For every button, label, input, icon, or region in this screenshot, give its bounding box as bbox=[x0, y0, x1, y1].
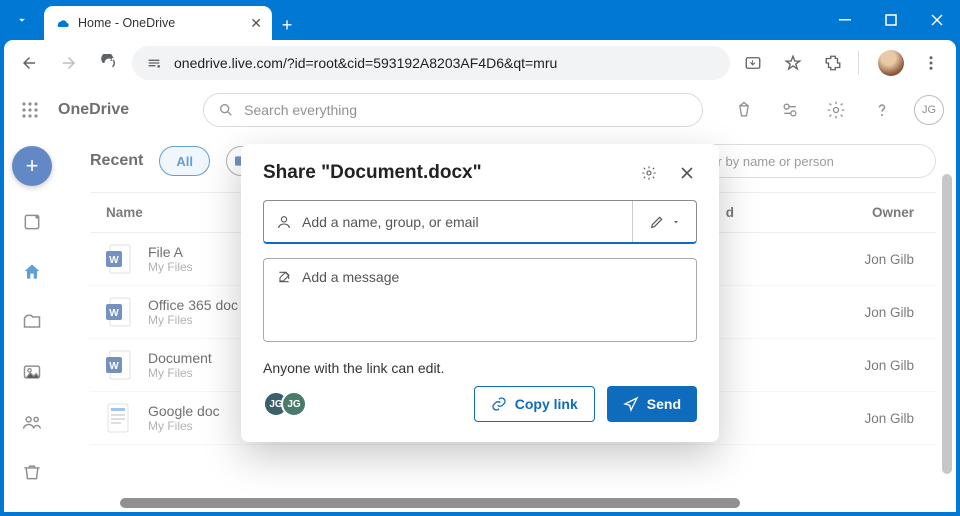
file-owner: Jon Gilb bbox=[754, 358, 932, 373]
browser-tab[interactable]: Home - OneDrive ✕ bbox=[44, 6, 272, 40]
toolbar-divider bbox=[858, 51, 866, 75]
new-tab-button[interactable]: + bbox=[272, 10, 302, 40]
col-owner[interactable]: Owner bbox=[754, 205, 932, 220]
gear-icon[interactable] bbox=[822, 96, 850, 124]
forward-button[interactable] bbox=[52, 46, 86, 80]
rail-photos-icon[interactable] bbox=[18, 358, 46, 386]
rail-browse-icon[interactable] bbox=[18, 208, 46, 236]
generic-doc-icon bbox=[102, 400, 134, 436]
reload-button[interactable] bbox=[92, 46, 126, 80]
shared-with-avatars[interactable]: JG JG bbox=[263, 391, 307, 417]
rail-recycle-icon[interactable] bbox=[18, 458, 46, 486]
avatar-badge: JG bbox=[281, 391, 307, 417]
url-text: onedrive.live.com/?id=root&cid=593192A82… bbox=[174, 55, 557, 71]
left-rail: + bbox=[4, 134, 60, 512]
compose-icon bbox=[276, 269, 292, 285]
svg-text:W: W bbox=[109, 255, 119, 266]
window-controls bbox=[822, 0, 960, 40]
svg-text:W: W bbox=[109, 308, 119, 319]
address-bar[interactable]: onedrive.live.com/?id=root&cid=593192A82… bbox=[132, 46, 730, 80]
add-new-button[interactable]: + bbox=[12, 146, 52, 186]
permission-dropdown[interactable] bbox=[632, 201, 696, 242]
rail-home-icon[interactable] bbox=[18, 258, 46, 286]
chevron-down-icon bbox=[671, 217, 681, 227]
file-owner: Jon Gilb bbox=[754, 252, 932, 267]
rail-files-icon[interactable] bbox=[18, 308, 46, 336]
search-icon bbox=[218, 102, 234, 118]
close-tab-icon[interactable]: ✕ bbox=[250, 15, 262, 32]
account-button[interactable]: JG bbox=[914, 95, 944, 125]
back-button[interactable] bbox=[12, 46, 46, 80]
onedrive-header: OneDrive Search everything JG bbox=[4, 86, 956, 134]
extensions-icon[interactable] bbox=[816, 46, 850, 80]
search-placeholder: Search everything bbox=[244, 102, 357, 118]
word-doc-icon: W bbox=[102, 347, 134, 383]
maximize-button[interactable] bbox=[868, 0, 914, 40]
svg-text:W: W bbox=[109, 361, 119, 372]
recipient-field-row: Add a name, group, or email bbox=[263, 200, 697, 244]
send-label: Send bbox=[647, 396, 681, 412]
word-doc-icon: W bbox=[102, 294, 134, 330]
file-owner: Jon Gilb bbox=[754, 411, 932, 426]
bookmark-icon[interactable] bbox=[776, 46, 810, 80]
minimize-button[interactable] bbox=[822, 0, 868, 40]
user-initials: JG bbox=[922, 104, 936, 116]
app-launcher-button[interactable] bbox=[16, 96, 44, 124]
file-owner: Jon Gilb bbox=[754, 305, 932, 320]
person-icon bbox=[276, 214, 292, 230]
dialog-settings-icon[interactable] bbox=[639, 163, 659, 183]
copy-link-label: Copy link bbox=[515, 396, 578, 412]
pencil-icon bbox=[649, 214, 665, 230]
menu-button[interactable] bbox=[914, 46, 948, 80]
horizontal-scrollbar[interactable] bbox=[120, 498, 740, 508]
rail-shared-icon[interactable] bbox=[18, 408, 46, 436]
profile-button[interactable] bbox=[874, 46, 908, 80]
install-app-icon[interactable] bbox=[736, 46, 770, 80]
tab-dropdown-button[interactable] bbox=[0, 0, 44, 40]
share-dialog: Share "Document.docx" Add a name, group,… bbox=[241, 144, 719, 442]
word-doc-icon: W bbox=[102, 241, 134, 277]
avatar-icon bbox=[878, 50, 904, 76]
recipient-placeholder: Add a name, group, or email bbox=[302, 214, 479, 230]
dialog-title: Share "Document.docx" bbox=[263, 162, 482, 184]
message-input[interactable]: Add a message bbox=[263, 258, 697, 342]
settings-toggle-icon[interactable] bbox=[776, 96, 804, 124]
search-input[interactable]: Search everything bbox=[203, 93, 703, 127]
onedrive-favicon-icon bbox=[54, 15, 70, 31]
recent-heading: Recent bbox=[90, 152, 143, 170]
link-icon bbox=[491, 396, 507, 412]
copy-link-button[interactable]: Copy link bbox=[474, 386, 595, 422]
browser-titlebar: Home - OneDrive ✕ + bbox=[0, 0, 960, 40]
brand-title: OneDrive bbox=[58, 101, 129, 119]
recipient-input[interactable]: Add a name, group, or email bbox=[264, 201, 632, 242]
send-button[interactable]: Send bbox=[607, 386, 697, 422]
dialog-close-icon[interactable] bbox=[677, 163, 697, 183]
message-placeholder: Add a message bbox=[302, 269, 399, 331]
page-content: OneDrive Search everything JG + Recent bbox=[4, 86, 956, 512]
send-icon bbox=[623, 396, 639, 412]
close-window-button[interactable] bbox=[914, 0, 960, 40]
filter-pill-all[interactable]: All bbox=[159, 146, 210, 176]
premium-icon[interactable] bbox=[730, 96, 758, 124]
tab-title: Home - OneDrive bbox=[78, 16, 175, 30]
help-icon[interactable] bbox=[868, 96, 896, 124]
site-info-icon[interactable] bbox=[144, 53, 164, 73]
link-permission-text[interactable]: Anyone with the link can edit. bbox=[263, 360, 697, 376]
browser-toolbar: onedrive.live.com/?id=root&cid=593192A82… bbox=[4, 40, 956, 86]
